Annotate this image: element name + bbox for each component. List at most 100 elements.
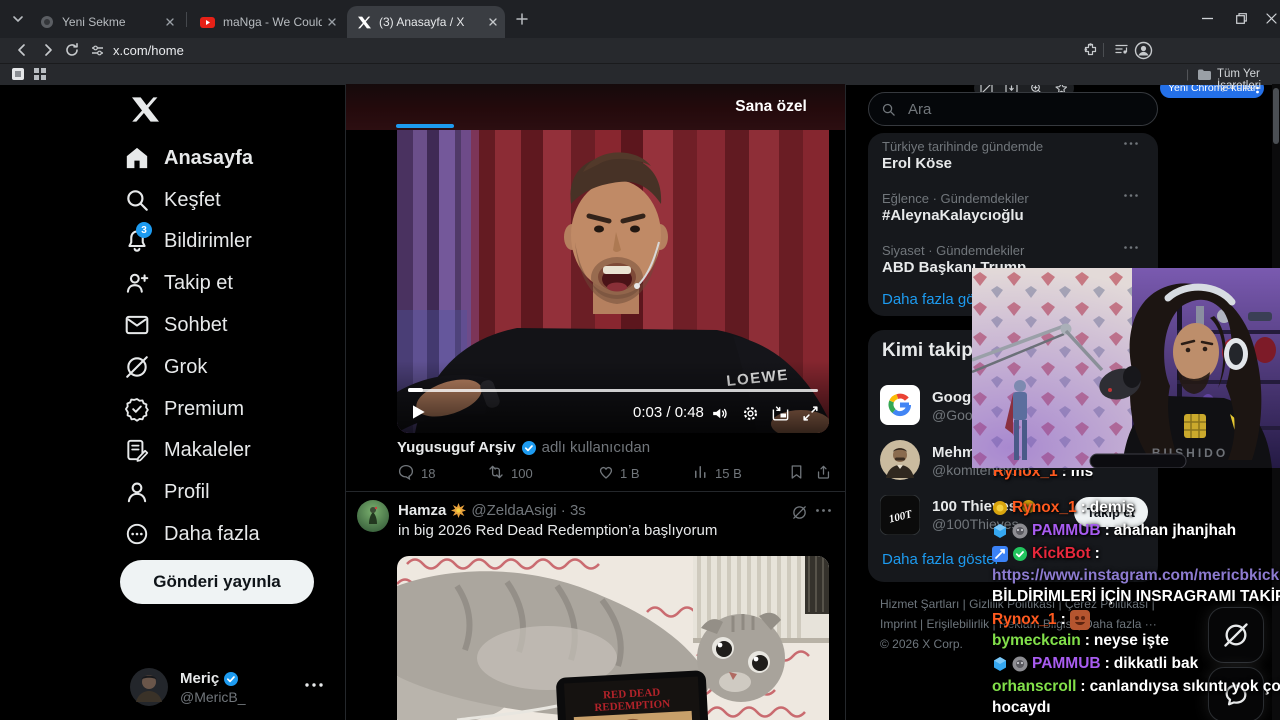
sidebar-item-label: Sohbet	[164, 314, 228, 336]
chat-sep: :	[1080, 678, 1086, 695]
follow-show-more-link[interactable]: Daha fazla göster	[882, 551, 1000, 568]
extensions-puzzle-icon[interactable]	[1083, 42, 1098, 57]
video-attribution[interactable]: Yugusuguf Arşiv adlı kullanıcıdan	[397, 439, 650, 456]
sidebar-item-home[interactable]: Anasayfa	[124, 143, 253, 173]
sidebar-item-articles[interactable]: Makaleler	[124, 435, 251, 465]
chat-sep: :	[1094, 545, 1100, 562]
video-player[interactable]: LOEWE 0:03 / 0:48	[397, 130, 829, 433]
sidebar-item-grok[interactable]: Grok	[124, 352, 207, 382]
window-minimize-icon[interactable]	[1202, 17, 1213, 20]
volume-icon[interactable]	[710, 404, 729, 423]
hundred-thieves-logo[interactable]: 100T	[880, 495, 920, 535]
play-icon[interactable]	[408, 402, 428, 422]
avatar[interactable]	[880, 440, 920, 480]
sidebar-item-profile[interactable]: Profil	[124, 477, 210, 507]
sidebar-item-notifications[interactable]: 3 Bildirimler	[124, 222, 252, 256]
post-more-icon[interactable]	[816, 509, 831, 512]
google-logo[interactable]	[880, 385, 920, 425]
scrollbar-thumb[interactable]	[1273, 88, 1279, 144]
chat-text: ms	[1070, 470, 1094, 480]
back-icon[interactable]	[14, 42, 30, 58]
new-tab-button[interactable]	[516, 13, 528, 25]
reading-list-icon[interactable]	[1114, 42, 1129, 57]
chat-text: BİLDİRİMLERİ İÇİN INSRAGRAMI TAKİP ET !!…	[992, 588, 1280, 605]
tab-divider	[186, 12, 187, 27]
like-icon[interactable]	[597, 463, 615, 481]
articles-icon	[127, 439, 149, 462]
site-info-icon[interactable]	[90, 43, 105, 58]
sidebar-item-explore[interactable]: Keşfet	[124, 185, 221, 215]
chat-line-clipped: Rynox_1 : ms	[993, 470, 1093, 486]
account-name-row[interactable]: Meriç	[180, 670, 239, 687]
browser-toolbar: x.com/home Yeni Chrome kullan	[0, 38, 1280, 98]
tab-search-chevron-icon[interactable]	[10, 11, 26, 27]
notification-badge: 3	[136, 222, 152, 238]
post-header[interactable]: Hamza @ZeldaAsigi · 3s	[398, 502, 778, 519]
views-icon[interactable]	[692, 463, 710, 481]
search-box[interactable]	[868, 92, 1158, 126]
trend-title[interactable]: #AleynaKalaycıoğlu	[882, 207, 1024, 224]
trend-more-icon[interactable]	[1124, 142, 1138, 145]
tab-close-icon[interactable]	[489, 18, 497, 26]
bot-badge-icon	[992, 546, 1008, 562]
more-circle-icon	[126, 523, 148, 545]
toolbar-divider	[1103, 43, 1104, 57]
avatar[interactable]	[130, 668, 168, 706]
sidebar-item-messages[interactable]: Sohbet	[124, 310, 227, 340]
fullscreen-icon[interactable]	[801, 404, 820, 423]
x-logo[interactable]	[132, 96, 159, 123]
tab-for-you[interactable]: Sana özel	[728, 98, 814, 116]
grok-fab-button[interactable]	[1208, 607, 1264, 663]
chat-user: PAMMUB	[1032, 655, 1101, 672]
browser-tab-x-active[interactable]: (3) Anasayfa / X	[347, 6, 505, 38]
account-menu-icon[interactable]	[305, 683, 323, 687]
search-input[interactable]	[906, 99, 1110, 119]
window-close-icon[interactable]	[1266, 13, 1277, 24]
bookmark-icon[interactable]	[788, 463, 805, 481]
url-field[interactable]: x.com/home	[113, 43, 184, 58]
all-bookmarks-button[interactable]: Tüm Yer İşaretleri	[1217, 68, 1280, 92]
tab-close-icon[interactable]	[328, 18, 336, 26]
reload-icon[interactable]	[64, 42, 80, 58]
post-author-name[interactable]: Hamza	[398, 502, 446, 519]
sidebar-item-follow[interactable]: Takip et	[124, 268, 233, 298]
sidebar-item-label: Makaleler	[164, 439, 251, 461]
forward-icon[interactable]	[40, 42, 56, 58]
avatar[interactable]	[357, 500, 389, 532]
settings-gear-icon[interactable]	[741, 404, 760, 423]
chat-line: KickBot :	[992, 545, 1100, 563]
like-count[interactable]: 1 B	[620, 466, 640, 481]
sidebar-item-premium[interactable]: Premium	[124, 394, 244, 424]
reply-icon[interactable]	[397, 463, 415, 481]
trend-more-icon[interactable]	[1124, 246, 1138, 249]
screen: Yeni Sekme maNga - We Could Be The Sam (…	[0, 0, 1280, 720]
trend-more-icon[interactable]	[1124, 194, 1138, 197]
chat-user: Rynox_1	[992, 611, 1057, 628]
webcam-bottom-pill	[1089, 453, 1187, 468]
post-divider	[346, 491, 845, 492]
video-progress-track[interactable]	[408, 389, 818, 392]
repost-icon[interactable]	[487, 463, 505, 481]
tab-close-icon[interactable]	[166, 18, 174, 26]
browser-tab-newtab[interactable]: Yeni Sekme	[30, 6, 182, 38]
apps-grid-icon[interactable]	[34, 68, 46, 80]
sidebar-item-label: Daha fazla	[164, 523, 260, 545]
attribution-name[interactable]: Yugusuguf Arşiv	[397, 439, 516, 456]
browser-tab-youtube[interactable]: maNga - We Could Be The Sam	[190, 6, 344, 38]
post-author-meta[interactable]: @ZeldaAsigi · 3s	[471, 502, 585, 519]
chat-user: bymeckcain	[992, 632, 1081, 649]
pip-icon[interactable]	[771, 404, 790, 423]
profile-avatar-icon[interactable]	[1134, 41, 1153, 60]
compose-post-button[interactable]: Gönderi yayınla	[120, 560, 314, 604]
sidebar-item-more[interactable]: Daha fazla	[124, 519, 260, 549]
window-restore-icon[interactable]	[1236, 13, 1247, 24]
grok-actions-icon[interactable]	[791, 504, 808, 521]
views-count[interactable]: 15 B	[715, 466, 742, 481]
reply-count[interactable]: 18	[421, 466, 435, 481]
repost-count[interactable]: 100	[511, 466, 533, 481]
post-media-image[interactable]: RED DEAD REDEMPTION	[397, 556, 829, 720]
share-icon[interactable]	[815, 463, 832, 481]
chat-text: ahahan jhanjhah	[1113, 522, 1237, 539]
bookmark-favicon[interactable]	[12, 68, 24, 80]
trend-title[interactable]: Erol Köse	[882, 155, 952, 172]
